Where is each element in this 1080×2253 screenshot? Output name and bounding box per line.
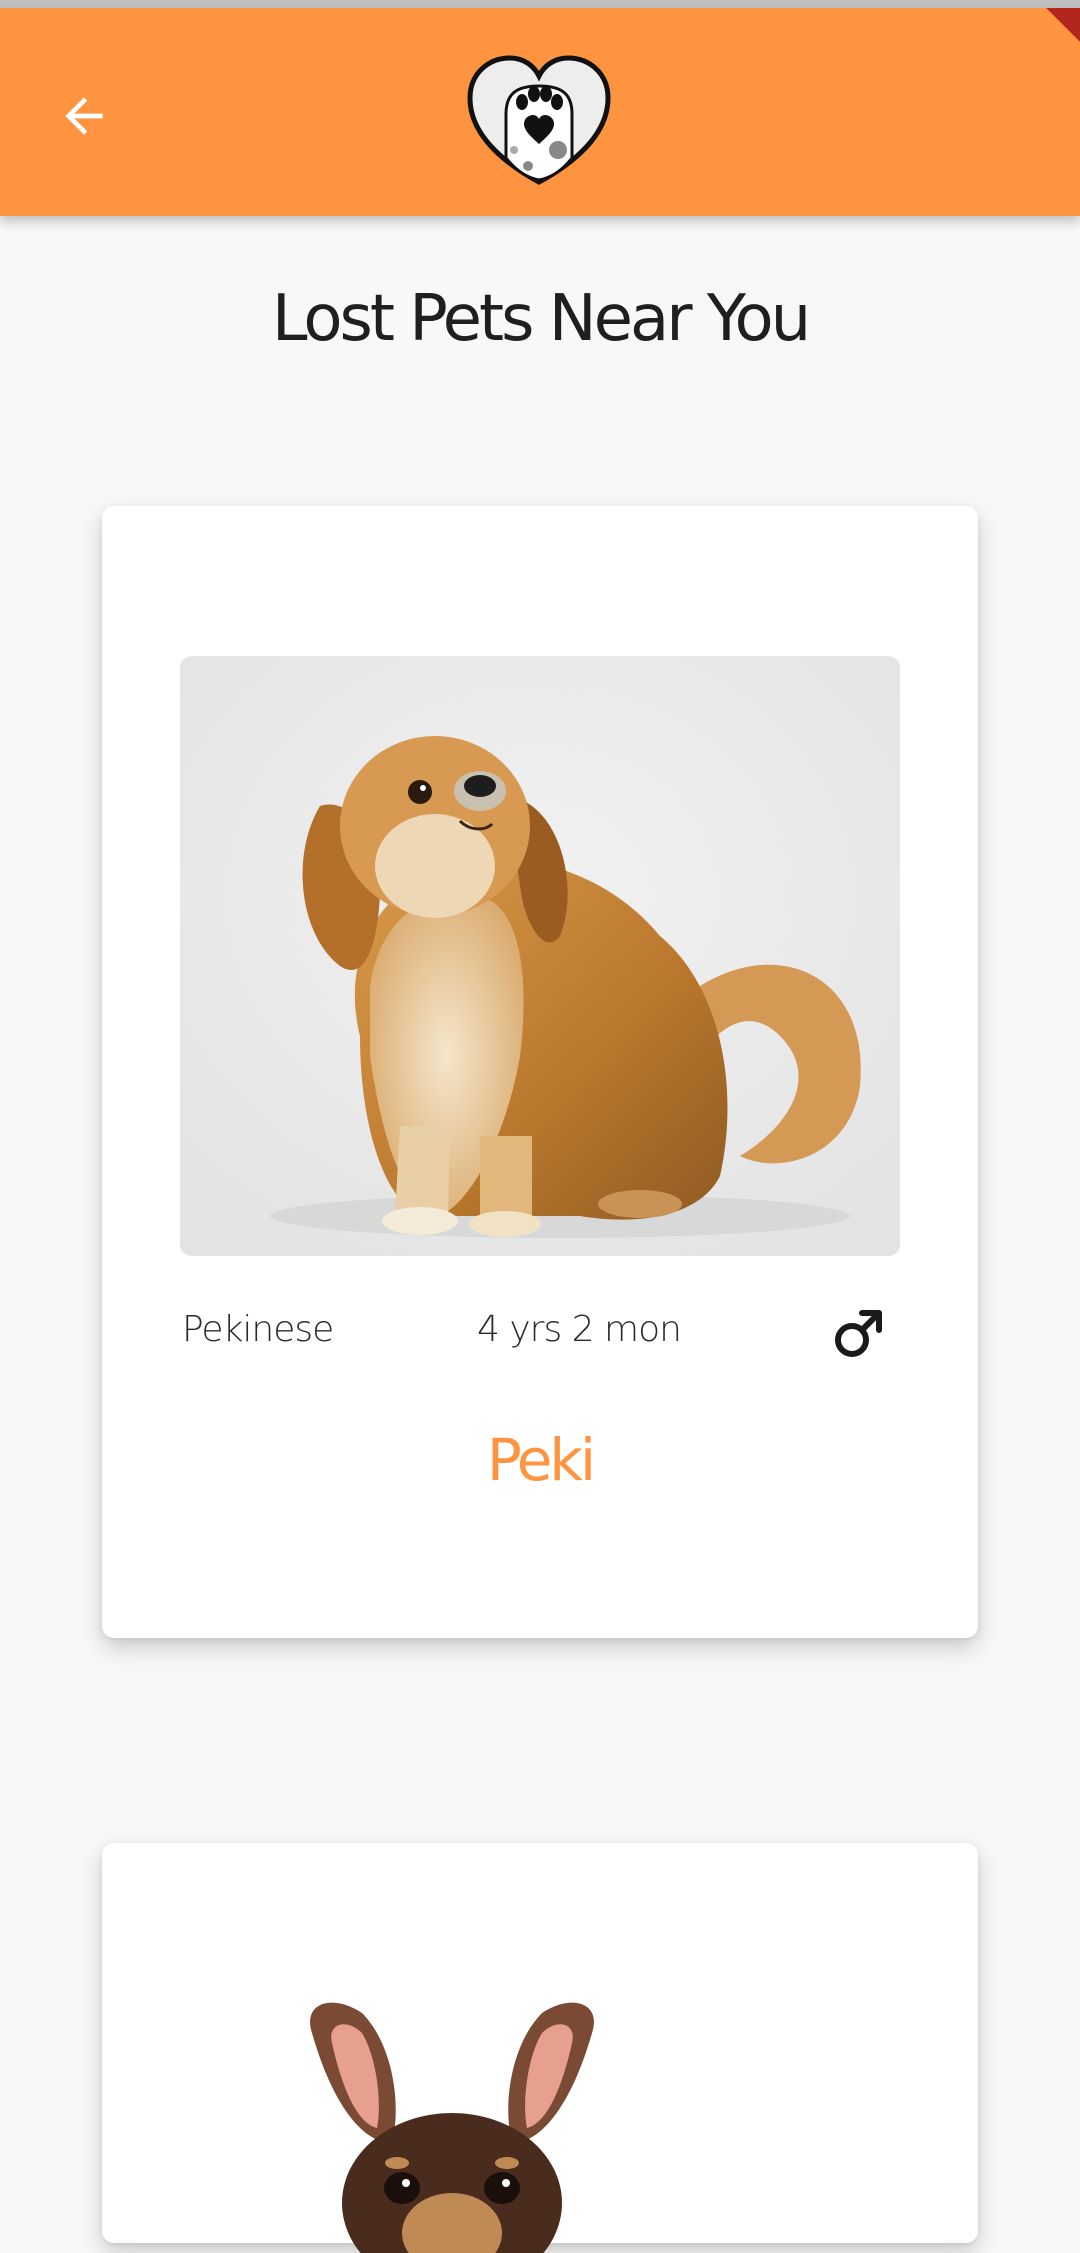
chihuahua-dog-photo (310, 2002, 594, 2253)
arrow-left-icon (65, 97, 103, 135)
debug-banner (1000, 8, 1080, 88)
pekinese-dog-photo (180, 656, 900, 1256)
pet-card[interactable] (102, 1843, 978, 2253)
heart-paw-logo (467, 55, 611, 185)
pet-card[interactable]: Pekinese 4 yrs 2 mon Peki (102, 506, 978, 1638)
male-icon (835, 1310, 882, 1357)
pet-age: 4 yrs 2 mon (477, 1309, 682, 1350)
back-button[interactable] (40, 72, 128, 160)
app-bar (0, 8, 1080, 216)
pet-photo (180, 656, 900, 1256)
pet-name: Peki (486, 1426, 596, 1494)
page-title: Lost Pets Near You (271, 282, 811, 356)
status-strip (0, 0, 1080, 8)
pet-breed: Pekinese (182, 1309, 334, 1350)
